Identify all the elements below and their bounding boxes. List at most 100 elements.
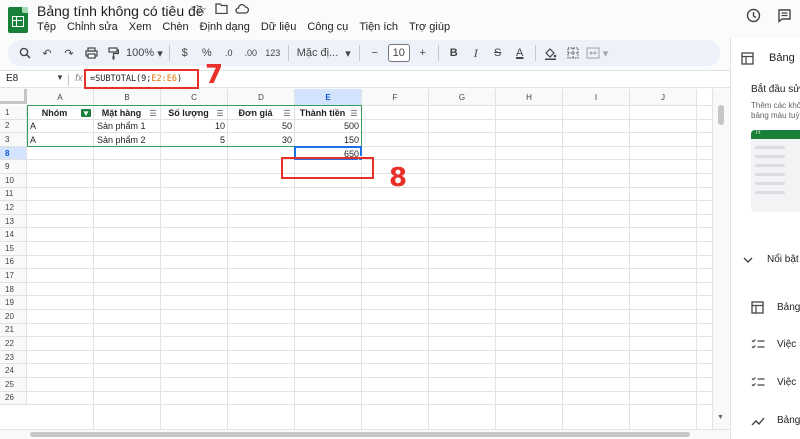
row-header-21[interactable]: 21	[0, 323, 27, 338]
merge-cells-icon[interactable]: ▾	[586, 43, 608, 63]
row-header-9[interactable]: 9	[0, 160, 27, 174]
chevron-down-icon[interactable]	[743, 256, 753, 267]
filter-icon[interactable]: ☰	[215, 109, 225, 118]
table-header-cell[interactable]: Nhóm	[27, 106, 82, 120]
vertical-scroll-thumb[interactable]	[718, 105, 724, 125]
side-panel-item-3[interactable]: Việc	[777, 377, 796, 388]
horizontal-scrollbar[interactable]	[0, 429, 730, 439]
row-header-18[interactable]: 18	[0, 282, 27, 297]
vertical-scrollbar[interactable]: ▼	[712, 89, 730, 429]
row-header-16[interactable]: 16	[0, 255, 27, 270]
row-header-11[interactable]: 11	[0, 187, 27, 202]
row-header-14[interactable]: 14	[0, 228, 27, 242]
comments-icon[interactable]	[777, 8, 792, 26]
table-cell[interactable]: 150	[295, 133, 362, 147]
scroll-down-arrow-icon[interactable]: ▼	[717, 414, 724, 421]
star-icon[interactable]: ☆	[196, 3, 207, 17]
menu-data[interactable]: Dữ liệu	[261, 21, 297, 33]
column-header-i[interactable]: I	[563, 89, 630, 106]
row-header-25[interactable]: 25	[0, 378, 27, 392]
sheets-logo-icon[interactable]	[8, 7, 28, 33]
row-header-13[interactable]: 13	[0, 214, 27, 229]
font-family-select[interactable]: Mặc đị... ▾	[295, 43, 353, 63]
menu-view[interactable]: Xem	[129, 21, 152, 33]
table-header-cell[interactable]: Đơn giá	[228, 106, 283, 120]
redo-icon[interactable]: ↷	[60, 43, 78, 63]
borders-icon[interactable]	[564, 43, 582, 63]
table-header-cell[interactable]: Số lượng	[161, 106, 216, 120]
row-header-17[interactable]: 17	[0, 269, 27, 283]
menu-help[interactable]: Trợ giúp	[409, 21, 450, 33]
decrease-font-size-button[interactable]: −	[366, 43, 384, 63]
fill-color-icon[interactable]	[542, 43, 560, 63]
italic-button[interactable]: I	[467, 43, 485, 63]
column-header-h[interactable]: H	[496, 89, 563, 106]
table-header-cell[interactable]: Thành tiền	[295, 106, 350, 120]
side-panel-item-4[interactable]: Bảng	[777, 415, 800, 426]
table-cell[interactable]: 500	[295, 120, 362, 134]
column-header-j[interactable]: J	[630, 89, 697, 106]
select-all-corner[interactable]	[0, 89, 27, 104]
horizontal-scroll-thumb[interactable]	[30, 432, 690, 437]
cloud-status-icon[interactable]	[235, 3, 249, 17]
increase-font-size-button[interactable]: +	[414, 43, 432, 63]
row-header-22[interactable]: 22	[0, 337, 27, 351]
zoom-select[interactable]: 100% ▾	[126, 43, 163, 63]
filter-active-icon[interactable]: ▼	[81, 109, 91, 118]
row-header-1[interactable]: 1	[0, 106, 27, 120]
paint-format-icon[interactable]	[104, 43, 122, 63]
table-cell[interactable]: 10	[161, 120, 228, 134]
menu-extensions[interactable]: Tiện ích	[359, 21, 398, 33]
table-cell[interactable]: Sản phẩm 2	[94, 133, 161, 147]
move-folder-icon[interactable]	[215, 3, 228, 17]
font-size-input[interactable]: 10	[387, 44, 410, 62]
menu-edit[interactable]: Chỉnh sửa	[67, 21, 118, 33]
print-icon[interactable]	[82, 43, 100, 63]
column-header-f[interactable]: F	[362, 89, 429, 106]
more-formats-button[interactable]: 123	[264, 43, 282, 63]
row-header-24[interactable]: 24	[0, 364, 27, 378]
table-cell[interactable]: 30	[228, 133, 295, 147]
table-template-card[interactable]: Tr	[751, 130, 800, 212]
row-header-10[interactable]: 10	[0, 174, 27, 188]
row-header-23[interactable]: 23	[0, 350, 27, 365]
column-header-g[interactable]: G	[429, 89, 496, 106]
undo-icon[interactable]: ↶	[38, 43, 56, 63]
search-menus-icon[interactable]	[16, 43, 34, 63]
table-cell[interactable]: A	[27, 120, 94, 134]
filter-icon[interactable]: ☰	[349, 109, 359, 118]
text-color-button[interactable]: A	[511, 43, 529, 63]
history-icon[interactable]	[746, 8, 761, 26]
table-header-cell[interactable]: Mặt hàng	[94, 106, 149, 120]
filter-icon[interactable]: ☰	[148, 109, 158, 118]
menu-file[interactable]: Tệp	[37, 21, 56, 33]
table-cell[interactable]: 50	[228, 120, 295, 134]
menu-format[interactable]: Định dạng	[200, 21, 250, 33]
column-header-b[interactable]: B	[94, 89, 161, 106]
table-cell[interactable]: Sản phẩm 1	[94, 120, 161, 134]
row-header-26[interactable]: 26	[0, 391, 27, 406]
filter-icon[interactable]: ☰	[282, 109, 292, 118]
row-header-12[interactable]: 12	[0, 201, 27, 215]
row-header-2[interactable]: 2	[0, 119, 27, 134]
row-header-15[interactable]: 15	[0, 242, 27, 256]
column-header-c[interactable]: C	[161, 89, 228, 106]
document-title[interactable]: Bảng tính không có tiêu đề	[37, 3, 204, 19]
increase-decimal-button[interactable]: .00	[242, 43, 260, 63]
name-box-dropdown-icon[interactable]: ▼	[56, 73, 64, 82]
column-header-d[interactable]: D	[228, 89, 295, 106]
row-header-20[interactable]: 20	[0, 310, 27, 324]
row-header-3[interactable]: 3	[0, 133, 27, 147]
spreadsheet-grid[interactable]: A B C D E F G H I J 1 2 3 8 9 10 11 12 13 14 15 16 17 18 19 20 21 2…	[0, 89, 712, 429]
bold-button[interactable]: B	[445, 43, 463, 63]
featured-section-heading[interactable]: Nổi bật	[767, 254, 799, 265]
menu-tools[interactable]: Công cụ	[307, 21, 348, 33]
row-header-19[interactable]: 19	[0, 296, 27, 310]
name-box[interactable]: E8	[6, 73, 18, 84]
table-cell[interactable]: A	[27, 133, 94, 147]
column-header-a[interactable]: A	[27, 89, 94, 106]
table-cell[interactable]: 5	[161, 133, 228, 147]
row-header-8[interactable]: 8	[0, 146, 27, 161]
side-panel-item-2[interactable]: Việc	[777, 339, 796, 350]
column-header-e[interactable]: E	[295, 89, 362, 106]
